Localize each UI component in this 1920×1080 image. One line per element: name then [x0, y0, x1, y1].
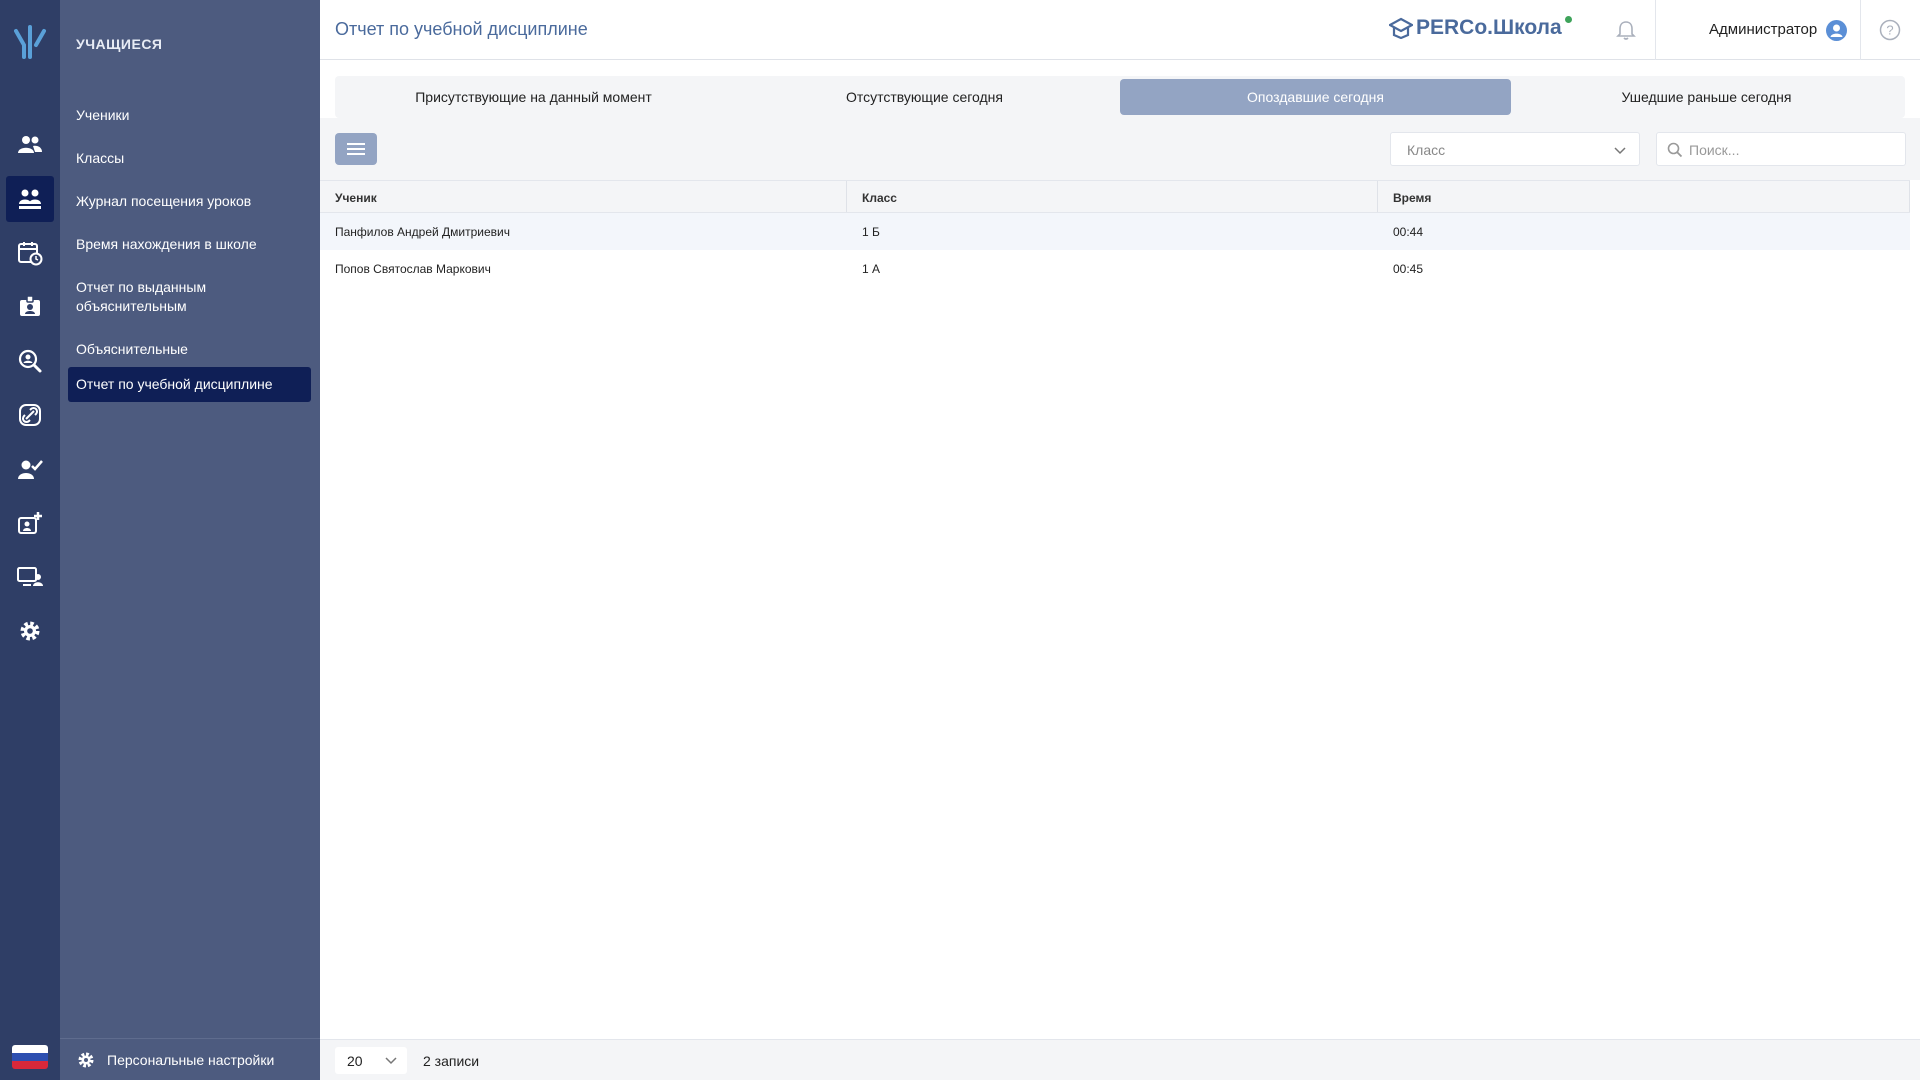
- app-logo-icon[interactable]: [6, 20, 54, 66]
- user-search-icon[interactable]: [6, 338, 54, 384]
- status-dot: [1565, 16, 1572, 23]
- page-title: Отчет по учебной дисциплине: [335, 19, 588, 39]
- students-icon[interactable]: [6, 176, 54, 222]
- submenu-item-discipline-report[interactable]: Отчет по учебной дисциплине: [68, 367, 311, 402]
- submenu-item-students[interactable]: Ученики: [68, 98, 311, 133]
- submenu-item-explanatory[interactable]: Объяснительные: [68, 332, 311, 367]
- submenu-item-classes[interactable]: Классы: [68, 141, 311, 176]
- header-divider: [1655, 0, 1656, 60]
- gear-icon: [78, 1052, 94, 1067]
- records-count: 2 записи: [423, 1053, 480, 1069]
- columns-menu-button[interactable]: [335, 133, 377, 165]
- calendar-clock-icon[interactable]: [6, 230, 54, 276]
- bell-icon[interactable]: [1616, 19, 1636, 41]
- users-icon[interactable]: [6, 122, 54, 168]
- tab-present-now[interactable]: Присутствующие на данный момент: [338, 79, 729, 115]
- late-students-table: Ученик Класс Время Панфилов Андрей Дмитр…: [320, 180, 1910, 287]
- search-icon: [1667, 142, 1683, 158]
- column-header-class[interactable]: Класс: [847, 181, 1378, 212]
- page-size-select[interactable]: 20: [335, 1047, 407, 1074]
- submenu-item-explanatory-report[interactable]: Отчет по выданным объяснительным: [68, 270, 311, 324]
- tab-absent-today[interactable]: Отсутствующие сегодня: [729, 79, 1120, 115]
- avatar-icon[interactable]: [1826, 20, 1847, 41]
- header-divider: [1860, 0, 1861, 60]
- submenu: УЧАЩИЕСЯ Ученики Классы Журнал посещения…: [60, 0, 320, 1080]
- table-row[interactable]: Попов Святослав Маркович 1 А 00:45: [320, 250, 1910, 287]
- chevron-down-icon: [1614, 147, 1626, 155]
- personal-settings-label: Персональные настройки: [107, 1051, 275, 1068]
- column-header-student[interactable]: Ученик: [320, 181, 847, 212]
- user-check-icon[interactable]: [6, 446, 54, 492]
- header: Отчет по учебной дисциплине PERCo.Школа …: [320, 0, 1920, 60]
- table-footer: 20 2 записи: [320, 1039, 1920, 1080]
- id-add-icon[interactable]: [6, 500, 54, 546]
- tab-left-early-today[interactable]: Ушедшие раньше сегодня: [1511, 79, 1902, 115]
- link-icon[interactable]: [6, 392, 54, 438]
- class-select-placeholder: Класс: [1407, 142, 1446, 158]
- monitor-user-icon[interactable]: [6, 554, 54, 600]
- table-row[interactable]: Панфилов Андрей Дмитриевич 1 Б 00:44: [320, 213, 1910, 250]
- submenu-item-attendance-journal[interactable]: Журнал посещения уроков: [68, 184, 311, 219]
- icon-rail: [0, 0, 60, 1080]
- cell-student: Попов Святослав Маркович: [335, 261, 491, 276]
- search-input[interactable]: [1689, 142, 1889, 158]
- column-header-time[interactable]: Время: [1378, 181, 1910, 212]
- submenu-title: УЧАЩИЕСЯ: [76, 36, 163, 52]
- report-tabs: Присутствующие на данный момент Отсутств…: [335, 76, 1905, 118]
- table-header: Ученик Класс Время: [320, 180, 1910, 213]
- class-select[interactable]: Класс: [1390, 132, 1640, 166]
- gear-icon[interactable]: [6, 608, 54, 654]
- tab-late-today[interactable]: Опоздавшие сегодня: [1120, 79, 1511, 115]
- personal-settings-button[interactable]: Персональные настройки: [60, 1038, 320, 1080]
- cell-time: 00:45: [1393, 261, 1424, 276]
- help-icon[interactable]: ?: [1879, 19, 1901, 41]
- user-name[interactable]: Администратор: [1709, 21, 1817, 38]
- language-flag-icon[interactable]: [12, 1045, 48, 1069]
- page-size-value: 20: [347, 1053, 363, 1069]
- search-field[interactable]: [1656, 132, 1906, 166]
- toolbar: Класс: [320, 118, 1920, 180]
- cell-student: Панфилов Андрей Дмитриевич: [335, 224, 510, 239]
- brand-logo[interactable]: PERCo.Школа: [1389, 16, 1562, 40]
- submenu-item-time-in-school[interactable]: Время нахождения в школе: [68, 227, 311, 262]
- cell-class: 1 А: [862, 261, 881, 276]
- cell-time: 00:44: [1393, 224, 1424, 239]
- brand-name: PERCo.Школа: [1416, 16, 1562, 39]
- chevron-down-icon: [385, 1057, 397, 1065]
- hamburger-icon: [347, 143, 365, 155]
- id-badge-icon[interactable]: [6, 284, 54, 330]
- cell-class: 1 Б: [862, 224, 880, 239]
- graduation-cap-icon: [1389, 17, 1413, 39]
- svg-text:?: ?: [1886, 23, 1893, 38]
